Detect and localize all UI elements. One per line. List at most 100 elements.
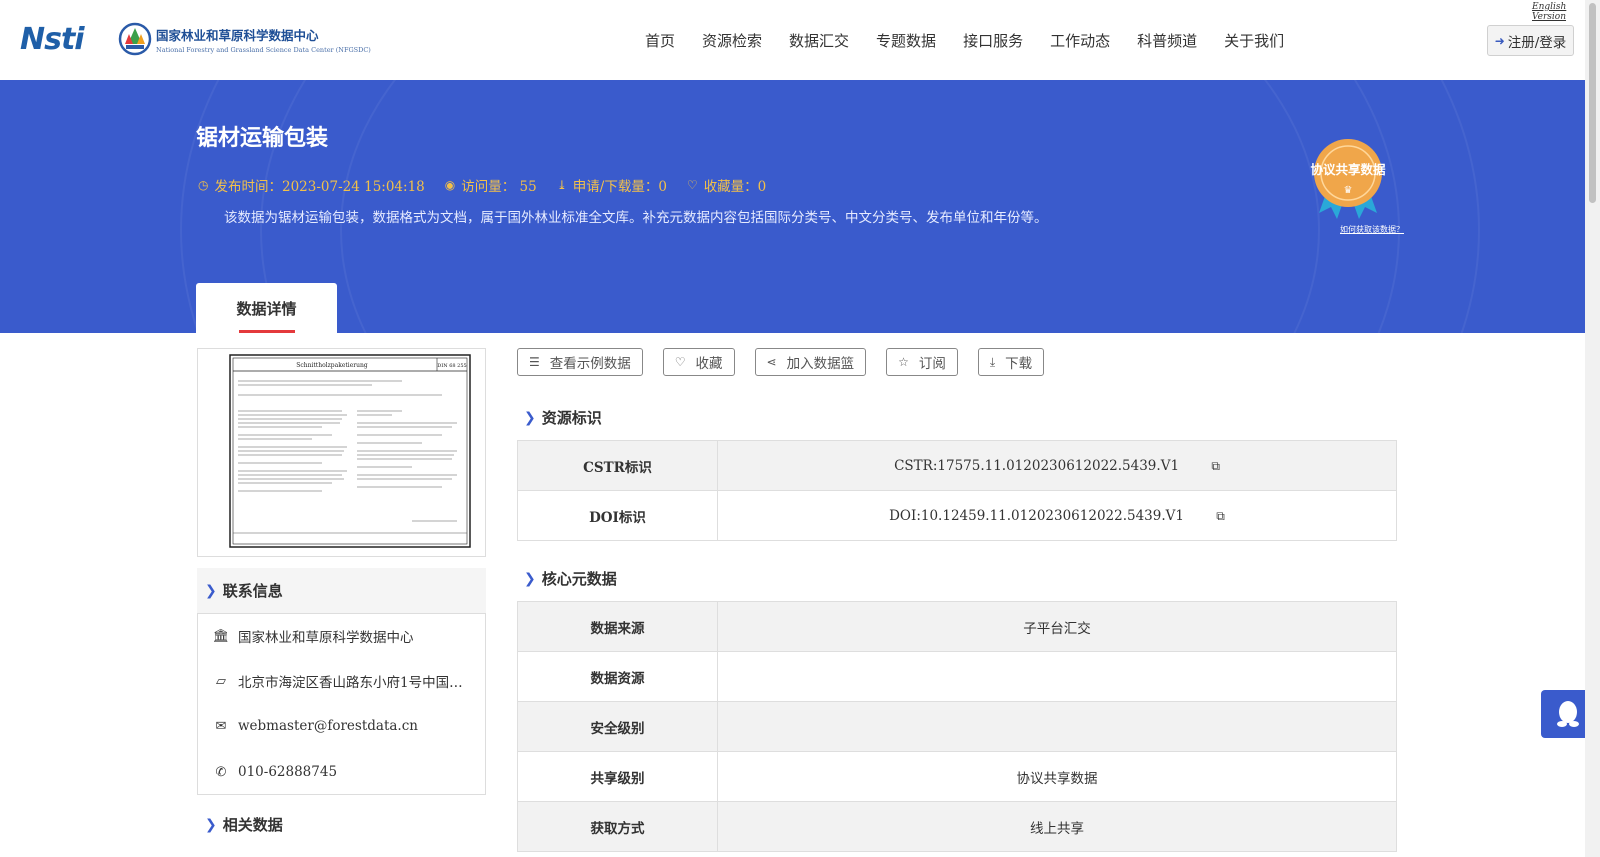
share-level-badge: 协议共享数据 ♛ bbox=[1310, 139, 1386, 219]
login-register-label: 注册/登录 bbox=[1507, 34, 1567, 51]
subscribe-label: 订阅 bbox=[918, 356, 946, 372]
metadata-key: 共享级别 bbox=[517, 751, 718, 802]
page-scrollbar[interactable] bbox=[1585, 0, 1600, 857]
cstr-value-cell: CSTR:17575.11.0120230612022.5439.V1 ⧉ bbox=[717, 440, 1397, 491]
share-icon: ⋖ bbox=[766, 355, 777, 369]
copy-icon[interactable]: ⧉ bbox=[1211, 459, 1220, 474]
related-data-heading: ❯ 相关数据 bbox=[205, 814, 283, 835]
cstr-key: CSTR标识 bbox=[517, 440, 718, 491]
dataset-thumbnail[interactable]: Schnittholzpaketierung DIN 68 255 bbox=[197, 348, 486, 557]
metadata-key: 数据资源 bbox=[517, 651, 718, 702]
view-sample-button[interactable]: ☰ 查看示例数据 bbox=[517, 348, 643, 376]
table-row: 安全级别 bbox=[517, 701, 1397, 752]
download-count-text: 申请/下载量：0 bbox=[572, 179, 667, 195]
metadata-value: 线上共享 bbox=[717, 801, 1397, 852]
contact-org: 🏛︎ 国家林业和草原科学数据中心 bbox=[212, 614, 414, 658]
metadata-value bbox=[717, 701, 1397, 752]
metadata-value: 子平台汇交 bbox=[717, 601, 1397, 652]
resource-identifier-heading: ❯ 资源标识 bbox=[524, 407, 602, 428]
doi-key: DOI标识 bbox=[517, 490, 718, 541]
metadata-key: 数据来源 bbox=[517, 601, 718, 652]
document-preview-image: Schnittholzpaketierung DIN 68 255 bbox=[229, 354, 471, 548]
dataset-banner: 锯材运输包装 ◷ 发布时间：2023-07-24 15:04:18 ◉ 访问量：… bbox=[0, 80, 1585, 333]
download-label: 下载 bbox=[1005, 356, 1033, 372]
sign-in-icon: ➜ bbox=[1494, 33, 1505, 48]
nav-about-us[interactable]: 关于我们 bbox=[1224, 30, 1284, 51]
active-tab-indicator bbox=[239, 330, 295, 333]
table-row: CSTR标识 CSTR:17575.11.0120230612022.5439.… bbox=[517, 440, 1397, 491]
english-version-link[interactable]: English Version bbox=[1532, 2, 1585, 22]
document-preview-code: DIN 68 255 bbox=[437, 363, 466, 369]
main-nav: 首页 资源检索 数据汇交 专题数据 接口服务 工作动态 科普频道 关于我们 bbox=[645, 0, 1311, 80]
contact-phone-text: 010-62888745 bbox=[238, 764, 338, 780]
envelope-icon: ✉ bbox=[215, 718, 227, 734]
clock-icon: ◷ bbox=[198, 178, 209, 192]
nav-api-service[interactable]: 接口服务 bbox=[963, 30, 1023, 51]
favorite-count: ♡ 收藏量：0 bbox=[687, 175, 766, 195]
core-metadata-heading-text: 核心元数据 bbox=[541, 570, 617, 588]
institution-icon: 🏛︎ bbox=[212, 628, 230, 644]
dataset-title: 锯材运输包装 bbox=[196, 126, 329, 151]
nfgsdc-logo[interactable]: 国家林业和草原科学数据中心 National Forestry and Gras… bbox=[118, 22, 371, 56]
phone-icon: ✆ bbox=[215, 764, 227, 780]
metadata-value: 协议共享数据 bbox=[717, 751, 1397, 802]
nav-science-channel[interactable]: 科普频道 bbox=[1137, 30, 1197, 51]
contact-address: ▱ 北京市海淀区香山路东小府1号中国… bbox=[212, 659, 463, 703]
tab-data-details-label: 数据详情 bbox=[236, 299, 297, 318]
doi-value-cell: DOI:10.12459.11.0120230612022.5439.V1 ⧉ bbox=[717, 490, 1397, 541]
add-to-basket-label: 加入数据篮 bbox=[786, 356, 855, 372]
contact-org-text: 国家林业和草原科学数据中心 bbox=[238, 630, 414, 646]
favorite-button[interactable]: ♡ 收藏 bbox=[662, 348, 735, 376]
share-level-badge-label: 协议共享数据 bbox=[1310, 162, 1386, 177]
chevron-right-icon: ❯ bbox=[524, 570, 536, 587]
resource-identifier-heading-text: 资源标识 bbox=[541, 409, 602, 427]
contact-info-card: 🏛︎ 国家林业和草原科学数据中心 ▱ 北京市海淀区香山路东小府1号中国… ✉ w… bbox=[197, 613, 486, 795]
download-icon: ⤓ bbox=[989, 354, 996, 369]
identifier-table: CSTR标识 CSTR:17575.11.0120230612022.5439.… bbox=[517, 440, 1397, 541]
nav-resource-search[interactable]: 资源检索 bbox=[702, 30, 762, 51]
org-name-en: National Forestry and Grassland Science … bbox=[156, 45, 371, 54]
metadata-key: 安全级别 bbox=[517, 701, 718, 752]
chevron-right-icon: ❯ bbox=[524, 409, 536, 426]
nsti-logo[interactable]: Nsti bbox=[20, 22, 85, 57]
table-row: 数据来源 子平台汇交 bbox=[517, 601, 1397, 652]
metadata-key: 获取方式 bbox=[517, 801, 718, 852]
table-row: 数据资源 bbox=[517, 651, 1397, 702]
table-row: 共享级别 协议共享数据 bbox=[517, 751, 1397, 802]
add-to-basket-button[interactable]: ⋖ 加入数据篮 bbox=[754, 348, 867, 376]
svg-text:♛: ♛ bbox=[1344, 185, 1353, 196]
contact-phone: ✆ 010-62888745 bbox=[212, 750, 338, 794]
qq-chat-icon bbox=[1557, 701, 1579, 727]
copy-icon[interactable]: ⧉ bbox=[1216, 509, 1225, 524]
heart-icon: ♡ bbox=[674, 355, 686, 369]
nav-data-submission[interactable]: 数据汇交 bbox=[789, 30, 849, 51]
database-icon: ☰ bbox=[529, 355, 540, 369]
contact-email: ✉ webmaster@forestdata.cn bbox=[212, 704, 418, 748]
metadata-value bbox=[717, 651, 1397, 702]
favorite-label: 收藏 bbox=[695, 356, 723, 372]
document-preview-title: Schnittholzpaketierung bbox=[296, 362, 368, 369]
visit-count: ◉ 访问量： 55 bbox=[445, 175, 537, 195]
how-to-get-data-link[interactable]: 如何获取该数据？ bbox=[1340, 224, 1404, 235]
cstr-value: CSTR:17575.11.0120230612022.5439.V1 bbox=[894, 457, 1180, 474]
favorite-count-text: 收藏量：0 bbox=[703, 179, 767, 195]
visit-count-text: 访问量： 55 bbox=[461, 179, 537, 195]
scrollbar-thumb[interactable] bbox=[1589, 3, 1596, 203]
contact-email-text[interactable]: webmaster@forestdata.cn bbox=[238, 718, 418, 734]
contact-address-text: 北京市海淀区香山路东小府1号中国… bbox=[238, 675, 463, 691]
nav-news[interactable]: 工作动态 bbox=[1050, 30, 1110, 51]
login-register-button[interactable]: ➜ 注册/登录 bbox=[1487, 25, 1574, 56]
heart-icon: ♡ bbox=[686, 178, 698, 192]
table-row: 获取方式 线上共享 bbox=[517, 801, 1397, 852]
dataset-actions: ☰ 查看示例数据 ♡ 收藏 ⋖ 加入数据篮 ☆ 订阅 ⤓ 下载 bbox=[517, 348, 1064, 376]
contact-info-heading: ❯ 联系信息 bbox=[197, 568, 486, 613]
tab-data-details[interactable]: 数据详情 bbox=[196, 283, 337, 333]
doi-value: DOI:10.12459.11.0120230612022.5439.V1 bbox=[889, 507, 1184, 524]
subscribe-button[interactable]: ☆ 订阅 bbox=[886, 348, 958, 376]
star-icon: ☆ bbox=[898, 355, 909, 369]
nav-thematic-data[interactable]: 专题数据 bbox=[876, 30, 936, 51]
nfgsdc-emblem-icon bbox=[118, 22, 152, 56]
eye-icon: ◉ bbox=[444, 178, 456, 192]
nav-home[interactable]: 首页 bbox=[645, 30, 675, 51]
download-button[interactable]: ⤓ 下载 bbox=[977, 348, 1045, 376]
